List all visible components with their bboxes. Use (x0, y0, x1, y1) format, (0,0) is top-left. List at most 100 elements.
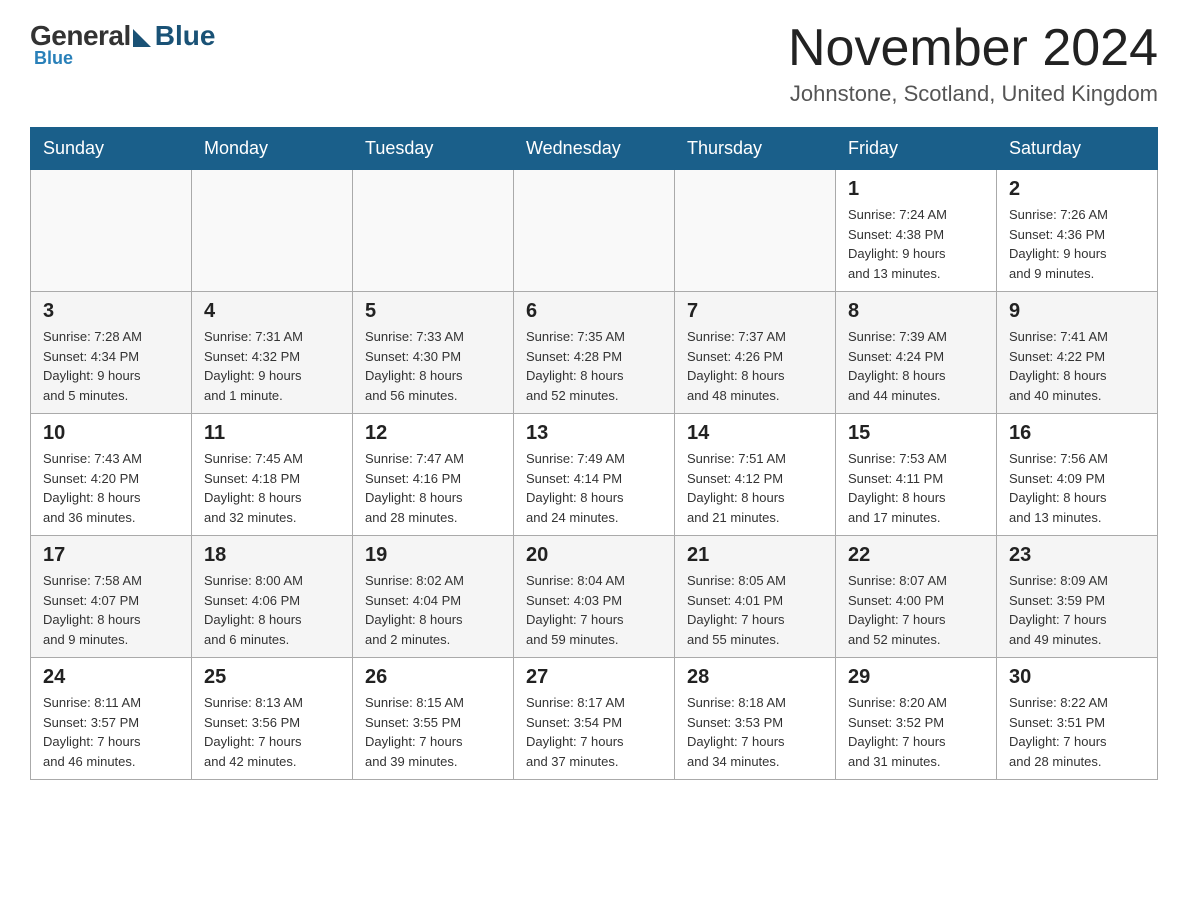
day-number: 9 (1009, 300, 1145, 323)
calendar-cell: 21Sunrise: 8:05 AM Sunset: 4:01 PM Dayli… (675, 536, 836, 658)
day-info: Sunrise: 7:41 AM Sunset: 4:22 PM Dayligh… (1009, 327, 1145, 405)
day-info: Sunrise: 7:37 AM Sunset: 4:26 PM Dayligh… (687, 327, 823, 405)
calendar-cell: 9 Sunrise: 7:41 AM Sunset: 4:22 PM Daylig… (997, 292, 1158, 414)
day-number: 18 (204, 544, 340, 567)
day-info: Sunrise: 8:20 AM Sunset: 3:52 PM Dayligh… (848, 693, 984, 771)
calendar-cell: 18 Sunrise: 8:00 AM Sunset: 4:06 PM Dayli… (192, 536, 353, 658)
day-info: Sunrise: 8:02 AM Sunset: 4:04 PM Dayligh… (365, 571, 501, 649)
header: General Blue Blue November 2024 Johnston… (30, 20, 1158, 107)
logo-subtitle: Blue (34, 48, 73, 69)
calendar-cell: 22 Sunrise: 8:07 AM Sunset: 4:00 PM Dayli… (836, 536, 997, 658)
week-row-1: 1 Sunrise: 7:24 AM Sunset: 4:38 PM Daylig… (31, 170, 1158, 292)
weekday-header-monday: Monday (192, 128, 353, 170)
day-number: 11 (204, 422, 340, 445)
calendar-cell: 23 Sunrise: 8:09 AM Sunset: 3:59 PM Dayli… (997, 536, 1158, 658)
day-number: 19 (365, 544, 501, 567)
day-number: 4 (204, 300, 340, 323)
day-info: Sunrise: 8:13 AM Sunset: 3:56 PM Dayligh… (204, 693, 340, 771)
calendar-cell: 24Sunrise: 8:11 AM Sunset: 3:57 PM Dayli… (31, 658, 192, 780)
calendar-cell: 11 Sunrise: 7:45 AM Sunset: 4:18 PM Dayli… (192, 414, 353, 536)
day-number: 10 (43, 422, 179, 445)
day-number: 3 (43, 300, 179, 323)
week-row-4: 17 Sunrise: 7:58 AM Sunset: 4:07 PM Dayli… (31, 536, 1158, 658)
day-info: Sunrise: 7:31 AM Sunset: 4:32 PM Dayligh… (204, 327, 340, 405)
week-row-3: 10 Sunrise: 7:43 AM Sunset: 4:20 PM Dayli… (31, 414, 1158, 536)
logo-triangle-icon (133, 29, 151, 47)
day-number: 15 (848, 422, 984, 445)
calendar-cell: 3 Sunrise: 7:28 AM Sunset: 4:34 PM Daylig… (31, 292, 192, 414)
calendar-cell: 25Sunrise: 8:13 AM Sunset: 3:56 PM Dayli… (192, 658, 353, 780)
calendar-cell: 15 Sunrise: 7:53 AM Sunset: 4:11 PM Dayli… (836, 414, 997, 536)
day-info: Sunrise: 7:43 AM Sunset: 4:20 PM Dayligh… (43, 449, 179, 527)
day-info: Sunrise: 7:26 AM Sunset: 4:36 PM Dayligh… (1009, 205, 1145, 283)
day-number: 14 (687, 422, 823, 445)
calendar-cell: 10 Sunrise: 7:43 AM Sunset: 4:20 PM Dayli… (31, 414, 192, 536)
title-section: November 2024 Johnstone, Scotland, Unite… (788, 20, 1158, 107)
day-info: Sunrise: 8:09 AM Sunset: 3:59 PM Dayligh… (1009, 571, 1145, 649)
calendar-cell: 7 Sunrise: 7:37 AM Sunset: 4:26 PM Daylig… (675, 292, 836, 414)
day-info: Sunrise: 7:24 AM Sunset: 4:38 PM Dayligh… (848, 205, 984, 283)
day-number: 22 (848, 544, 984, 567)
calendar-cell: 30 Sunrise: 8:22 AM Sunset: 3:51 PM Dayli… (997, 658, 1158, 780)
day-info: Sunrise: 8:05 AM Sunset: 4:01 PM Dayligh… (687, 571, 823, 649)
day-number: 8 (848, 300, 984, 323)
logo: General Blue Blue (30, 20, 215, 69)
day-info: Sunrise: 8:04 AM Sunset: 4:03 PM Dayligh… (526, 571, 662, 649)
calendar-cell (31, 170, 192, 292)
day-number: 1 (848, 178, 984, 201)
weekday-header-row: SundayMondayTuesdayWednesdayThursdayFrid… (31, 128, 1158, 170)
calendar-cell: 29 Sunrise: 8:20 AM Sunset: 3:52 PM Dayli… (836, 658, 997, 780)
calendar-cell: 8Sunrise: 7:39 AM Sunset: 4:24 PM Daylig… (836, 292, 997, 414)
day-info: Sunrise: 8:11 AM Sunset: 3:57 PM Dayligh… (43, 693, 179, 771)
day-info: Sunrise: 7:28 AM Sunset: 4:34 PM Dayligh… (43, 327, 179, 405)
calendar-cell: 28Sunrise: 8:18 AM Sunset: 3:53 PM Dayli… (675, 658, 836, 780)
calendar-table: SundayMondayTuesdayWednesdayThursdayFrid… (30, 127, 1158, 780)
weekday-header-wednesday: Wednesday (514, 128, 675, 170)
calendar-cell (514, 170, 675, 292)
calendar-cell: 1 Sunrise: 7:24 AM Sunset: 4:38 PM Daylig… (836, 170, 997, 292)
month-title: November 2024 (788, 20, 1158, 77)
day-number: 26 (365, 666, 501, 689)
day-number: 20 (526, 544, 662, 567)
calendar-cell: 14Sunrise: 7:51 AM Sunset: 4:12 PM Dayli… (675, 414, 836, 536)
day-info: Sunrise: 7:56 AM Sunset: 4:09 PM Dayligh… (1009, 449, 1145, 527)
day-info: Sunrise: 7:47 AM Sunset: 4:16 PM Dayligh… (365, 449, 501, 527)
location-title: Johnstone, Scotland, United Kingdom (788, 81, 1158, 107)
day-info: Sunrise: 8:07 AM Sunset: 4:00 PM Dayligh… (848, 571, 984, 649)
weekday-header-saturday: Saturday (997, 128, 1158, 170)
day-number: 23 (1009, 544, 1145, 567)
calendar-cell: 4 Sunrise: 7:31 AM Sunset: 4:32 PM Daylig… (192, 292, 353, 414)
calendar-cell: 5 Sunrise: 7:33 AM Sunset: 4:30 PM Daylig… (353, 292, 514, 414)
day-number: 17 (43, 544, 179, 567)
calendar-cell: 2 Sunrise: 7:26 AM Sunset: 4:36 PM Daylig… (997, 170, 1158, 292)
week-row-2: 3 Sunrise: 7:28 AM Sunset: 4:34 PM Daylig… (31, 292, 1158, 414)
day-number: 7 (687, 300, 823, 323)
day-number: 30 (1009, 666, 1145, 689)
day-number: 5 (365, 300, 501, 323)
day-info: Sunrise: 7:58 AM Sunset: 4:07 PM Dayligh… (43, 571, 179, 649)
calendar-cell: 12Sunrise: 7:47 AM Sunset: 4:16 PM Dayli… (353, 414, 514, 536)
week-row-5: 24Sunrise: 8:11 AM Sunset: 3:57 PM Dayli… (31, 658, 1158, 780)
day-number: 29 (848, 666, 984, 689)
calendar-cell (192, 170, 353, 292)
calendar-cell: 27Sunrise: 8:17 AM Sunset: 3:54 PM Dayli… (514, 658, 675, 780)
day-info: Sunrise: 7:45 AM Sunset: 4:18 PM Dayligh… (204, 449, 340, 527)
day-info: Sunrise: 7:53 AM Sunset: 4:11 PM Dayligh… (848, 449, 984, 527)
day-info: Sunrise: 7:35 AM Sunset: 4:28 PM Dayligh… (526, 327, 662, 405)
calendar-cell: 17 Sunrise: 7:58 AM Sunset: 4:07 PM Dayli… (31, 536, 192, 658)
weekday-header-tuesday: Tuesday (353, 128, 514, 170)
day-info: Sunrise: 7:33 AM Sunset: 4:30 PM Dayligh… (365, 327, 501, 405)
calendar-cell (675, 170, 836, 292)
day-number: 2 (1009, 178, 1145, 201)
weekday-header-friday: Friday (836, 128, 997, 170)
weekday-header-thursday: Thursday (675, 128, 836, 170)
calendar-cell: 20 Sunrise: 8:04 AM Sunset: 4:03 PM Dayli… (514, 536, 675, 658)
day-info: Sunrise: 8:22 AM Sunset: 3:51 PM Dayligh… (1009, 693, 1145, 771)
calendar-cell (353, 170, 514, 292)
day-info: Sunrise: 8:00 AM Sunset: 4:06 PM Dayligh… (204, 571, 340, 649)
day-number: 6 (526, 300, 662, 323)
calendar-cell: 6 Sunrise: 7:35 AM Sunset: 4:28 PM Daylig… (514, 292, 675, 414)
day-number: 28 (687, 666, 823, 689)
day-number: 16 (1009, 422, 1145, 445)
day-info: Sunrise: 8:15 AM Sunset: 3:55 PM Dayligh… (365, 693, 501, 771)
